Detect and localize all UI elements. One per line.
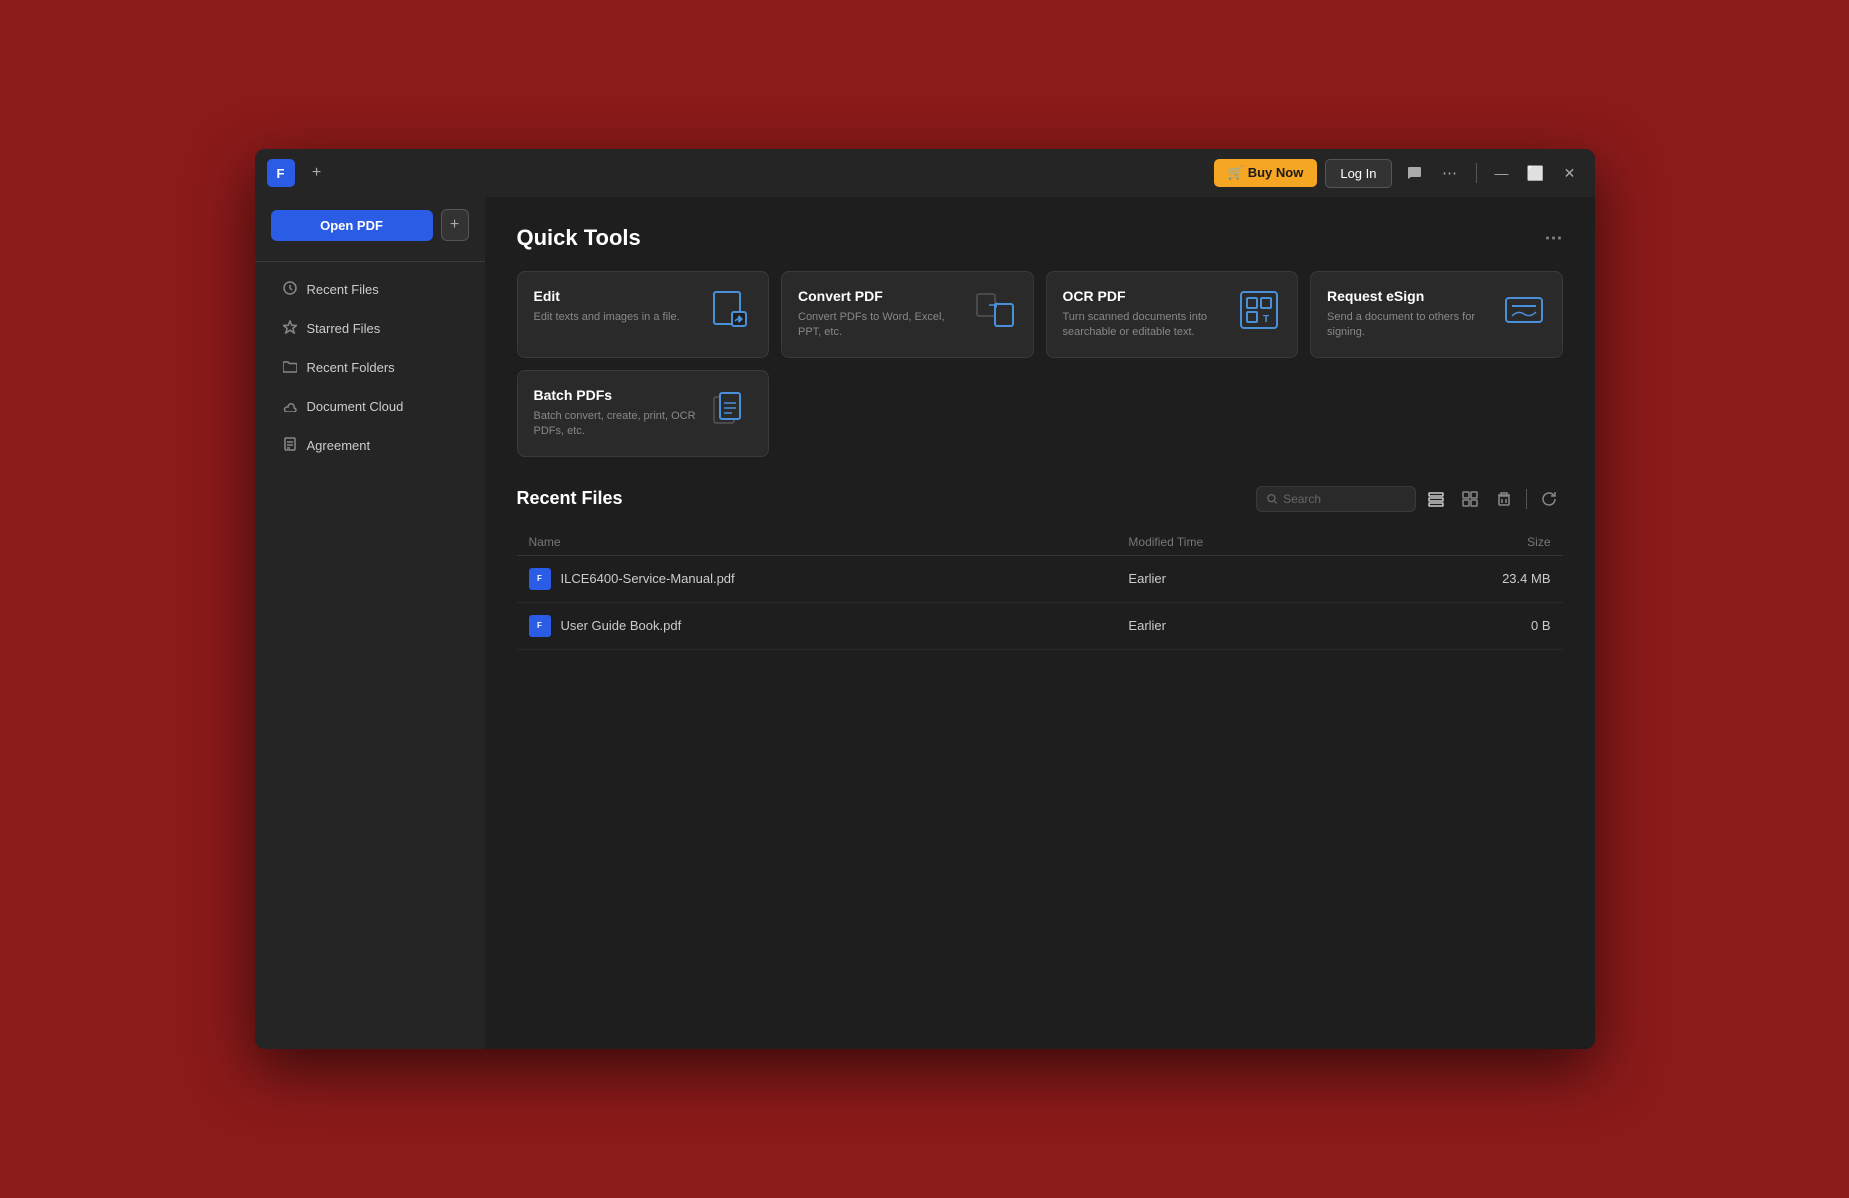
sidebar-item-label: Recent Files (307, 282, 379, 297)
file-size: 23.4 MB (1374, 555, 1563, 602)
sidebar-top-actions: Open PDF + (255, 209, 485, 257)
file-modified-time: Earlier (1116, 555, 1373, 602)
sidebar-item-label: Starred Files (307, 321, 381, 336)
app-logo: F (267, 159, 295, 187)
batch-tool-title: Batch PDFs (534, 387, 697, 403)
agreement-icon (283, 437, 297, 454)
sidebar-item-label: Document Cloud (307, 399, 404, 414)
document-cloud-icon (283, 398, 297, 415)
maximize-button[interactable]: ⬜ (1523, 160, 1549, 186)
search-icon (1267, 493, 1278, 505)
table-row[interactable]: F ILCE6400-Service-Manual.pdf Earlier 23… (517, 555, 1563, 602)
list-view-button[interactable] (1422, 485, 1450, 513)
convert-tool-icon (973, 288, 1017, 332)
edit-tool-title: Edit (534, 288, 697, 304)
edit-tool-icon (708, 288, 752, 332)
trash-button[interactable] (1490, 485, 1518, 513)
sidebar-divider (255, 261, 485, 262)
chat-icon[interactable] (1400, 159, 1428, 187)
refresh-button[interactable] (1535, 485, 1563, 513)
search-input[interactable] (1283, 492, 1404, 506)
sidebar-item-document-cloud[interactable]: Document Cloud (263, 388, 477, 425)
quick-tool-edit[interactable]: Edit Edit texts and images in a file. (517, 271, 770, 358)
esign-tool-desc: Send a document to others for signing. (1327, 310, 1490, 341)
sidebar-item-agreement[interactable]: Agreement (263, 427, 477, 464)
quick-tool-ocr[interactable]: OCR PDF Turn scanned documents into sear… (1046, 271, 1299, 358)
batch-tool-icon (708, 387, 752, 431)
quick-tools-section-title: Quick Tools ⋯ (517, 225, 1563, 251)
svg-text:T: T (1263, 314, 1269, 325)
files-table: Name Modified Time Size F ILCE6400-Servi… (517, 529, 1563, 650)
batch-tool-desc: Batch convert, create, print, OCR PDFs, … (534, 409, 697, 440)
col-modified-time: Modified Time (1116, 529, 1373, 556)
close-button[interactable]: ✕ (1557, 160, 1583, 186)
convert-tool-desc: Convert PDFs to Word, Excel, PPT, etc. (798, 310, 961, 341)
recent-files-icon (283, 281, 297, 298)
recent-files-header: Recent Files (517, 485, 1563, 513)
title-bar: F + 🛒 Buy Now Log In ⋯ — ⬜ ✕ (255, 149, 1595, 197)
edit-tool-desc: Edit texts and images in a file. (534, 310, 697, 325)
pdf-file-icon: F (529, 568, 551, 590)
col-name: Name (517, 529, 1117, 556)
title-bar-actions: 🛒 Buy Now Log In ⋯ — ⬜ ✕ (1214, 159, 1583, 188)
view-separator (1526, 489, 1527, 509)
buy-now-button[interactable]: 🛒 Buy Now (1214, 159, 1317, 187)
recent-files-actions (1256, 485, 1563, 513)
open-pdf-button[interactable]: Open PDF (271, 210, 433, 241)
search-wrapper[interactable] (1256, 486, 1416, 512)
sidebar-item-starred-files[interactable]: Starred Files (263, 310, 477, 347)
app-window: F + 🛒 Buy Now Log In ⋯ — ⬜ ✕ (255, 149, 1595, 1049)
convert-tool-title: Convert PDF (798, 288, 961, 304)
more-options-icon[interactable]: ⋯ (1436, 159, 1464, 187)
main-content: Open PDF + Recent Files (255, 197, 1595, 1049)
quick-tool-esign[interactable]: Request eSign Send a document to others … (1310, 271, 1563, 358)
file-size: 0 B (1374, 602, 1563, 649)
quick-tool-batch[interactable]: Batch PDFs Batch convert, create, print,… (517, 370, 770, 457)
login-button[interactable]: Log In (1325, 159, 1391, 188)
separator (1476, 163, 1477, 183)
recent-files-title: Recent Files (517, 488, 623, 509)
content-area: Quick Tools ⋯ Edit Edit texts and images… (485, 197, 1595, 1049)
esign-tool-title: Request eSign (1327, 288, 1490, 304)
starred-files-icon (283, 320, 297, 337)
new-plus-button[interactable]: + (441, 209, 469, 241)
ocr-tool-title: OCR PDF (1063, 288, 1226, 304)
esign-tool-icon (1502, 288, 1546, 332)
recent-folders-icon (283, 359, 297, 376)
col-size: Size (1374, 529, 1563, 556)
minimize-button[interactable]: — (1489, 160, 1515, 186)
quick-tool-convert[interactable]: Convert PDF Convert PDFs to Word, Excel,… (781, 271, 1034, 358)
grid-view-button[interactable] (1456, 485, 1484, 513)
sidebar-item-recent-folders[interactable]: Recent Folders (263, 349, 477, 386)
ocr-tool-icon: T (1237, 288, 1281, 332)
sidebar: Open PDF + Recent Files (255, 197, 485, 1049)
ocr-tool-desc: Turn scanned documents into searchable o… (1063, 310, 1226, 341)
file-modified-time: Earlier (1116, 602, 1373, 649)
quick-tools-more-button[interactable]: ⋯ (1545, 228, 1563, 249)
sidebar-item-label: Agreement (307, 438, 371, 453)
new-tab-button[interactable]: + (305, 161, 329, 185)
file-name-cell: F User Guide Book.pdf (517, 602, 1117, 649)
pdf-file-icon: F (529, 615, 551, 637)
sidebar-item-recent-files[interactable]: Recent Files (263, 271, 477, 308)
sidebar-item-label: Recent Folders (307, 360, 395, 375)
file-name-cell: F ILCE6400-Service-Manual.pdf (517, 555, 1117, 602)
table-row[interactable]: F User Guide Book.pdf Earlier 0 B (517, 602, 1563, 649)
quick-tools-grid: Edit Edit texts and images in a file. (517, 271, 1563, 457)
